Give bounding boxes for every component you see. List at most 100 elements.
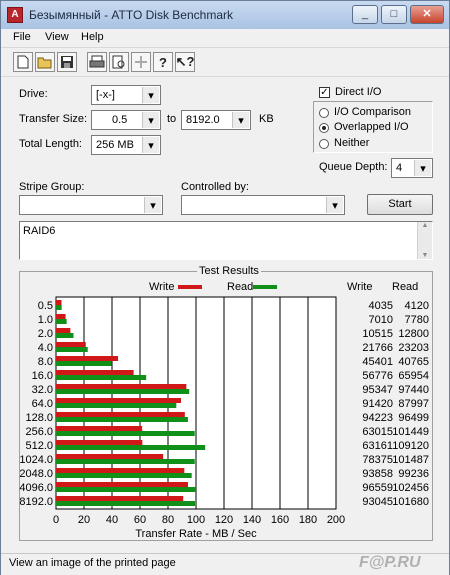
- read-value-label: 101680: [392, 496, 429, 508]
- print-preview-icon[interactable]: [109, 52, 129, 72]
- write-bar: [56, 342, 86, 347]
- x-tick-label: 200: [327, 514, 345, 526]
- overlapped-io-radio[interactable]: [319, 123, 329, 133]
- category-label: 64.0: [32, 398, 53, 410]
- stripe-group-label: Stripe Group:: [19, 181, 85, 193]
- read-value-label: 40765: [398, 356, 429, 368]
- read-value-label: 7780: [405, 314, 429, 326]
- neither-radio[interactable]: [319, 139, 329, 149]
- x-tick-label: 40: [106, 514, 118, 526]
- read-bar: [56, 445, 206, 450]
- write-bar: [56, 370, 134, 375]
- write-value-label: 10515: [362, 328, 393, 340]
- chevron-down-icon: ▾: [142, 87, 159, 103]
- write-bar: [56, 328, 71, 333]
- read-bar: [56, 487, 197, 492]
- drive-select[interactable]: [-x-] ▾: [91, 85, 161, 105]
- controlled-by-select[interactable]: ▾: [181, 195, 345, 215]
- read-value-label: 109120: [392, 440, 429, 452]
- total-length-select[interactable]: 256 MB ▾: [91, 135, 161, 155]
- write-value-label: 4035: [369, 300, 393, 312]
- category-label: 8192.0: [19, 496, 53, 508]
- title-bar[interactable]: A Безымянный - ATTO Disk Benchmark _ □ ✕: [1, 1, 449, 30]
- minimize-button[interactable]: _: [352, 5, 378, 24]
- neither-label: Neither: [334, 137, 370, 149]
- x-tick-label: 20: [78, 514, 90, 526]
- app-icon: A: [7, 7, 23, 23]
- write-value-label: 94223: [362, 412, 393, 424]
- stripe-group-select[interactable]: ▾: [19, 195, 163, 215]
- write-bar: [56, 440, 143, 445]
- maximize-button[interactable]: □: [381, 5, 407, 24]
- write-bar: [56, 426, 143, 431]
- queue-depth-label: Queue Depth:: [319, 161, 388, 173]
- read-bar: [56, 501, 196, 506]
- drive-label: Drive:: [19, 88, 48, 100]
- close-button[interactable]: ✕: [410, 5, 444, 24]
- help-icon[interactable]: ?: [153, 52, 173, 72]
- write-bar: [56, 482, 189, 487]
- read-column-header: Read: [392, 281, 419, 293]
- category-label: 128.0: [25, 412, 53, 424]
- category-label: 1024.0: [19, 454, 53, 466]
- description-scrollbar[interactable]: ▲ ▼: [417, 222, 432, 259]
- read-bar: [56, 473, 192, 478]
- category-label: 8.0: [38, 356, 53, 368]
- save-icon[interactable]: [57, 52, 77, 72]
- read-bar: [56, 459, 195, 464]
- menu-bar: File View Help: [1, 29, 449, 47]
- transfer-to-value: 8192.0: [186, 114, 220, 126]
- category-label: 2.0: [38, 328, 53, 340]
- x-tick-label: 160: [271, 514, 289, 526]
- print-icon[interactable]: [87, 52, 107, 72]
- write-legend-swatch: [178, 285, 202, 289]
- transfer-from-select[interactable]: 0.5 ▾: [91, 110, 161, 130]
- write-bar: [56, 412, 185, 417]
- category-label: 512.0: [25, 440, 53, 452]
- x-tick-label: 140: [243, 514, 261, 526]
- transfer-from-value: 0.5: [112, 114, 128, 126]
- kb-label: KB: [259, 113, 274, 125]
- context-help-icon[interactable]: ↖?: [175, 52, 195, 72]
- read-bar: [56, 389, 190, 394]
- write-value-label: 21766: [362, 342, 393, 354]
- category-label: 4.0: [38, 342, 53, 354]
- new-icon[interactable]: [13, 52, 33, 72]
- read-bar: [56, 333, 74, 338]
- write-column-header: Write: [347, 281, 373, 293]
- queue-depth-value: 4: [396, 162, 403, 174]
- io-comparison-radio[interactable]: [319, 108, 329, 118]
- category-label: 32.0: [32, 384, 53, 396]
- menu-help[interactable]: Help: [81, 31, 104, 43]
- chevron-down-icon: ▾: [144, 197, 161, 213]
- menu-file[interactable]: File: [13, 31, 31, 43]
- status-bar: View an image of the printed page F@P.RU: [1, 553, 449, 575]
- open-icon[interactable]: [35, 52, 55, 72]
- category-label: 16.0: [32, 370, 53, 382]
- toolbar: ? ↖?: [1, 47, 449, 77]
- move-icon[interactable]: [131, 52, 151, 72]
- write-value-label: 63161: [362, 440, 393, 452]
- queue-depth-select[interactable]: 4 ▾: [391, 158, 433, 178]
- read-value-label: 4120: [405, 300, 429, 312]
- description-box[interactable]: RAID6 ▲ ▼: [19, 221, 433, 260]
- start-button[interactable]: Start: [367, 194, 433, 215]
- drive-value: [-x-]: [96, 89, 115, 101]
- total-length-value: 256 MB: [96, 139, 134, 151]
- read-bar: [56, 417, 188, 422]
- read-value-label: 12800: [398, 328, 429, 340]
- write-value-label: 96559: [362, 482, 393, 494]
- watermark: F@P.RU: [359, 554, 421, 571]
- read-value-label: 65954: [398, 370, 429, 382]
- read-bar: [56, 347, 88, 352]
- menu-view[interactable]: View: [45, 31, 69, 43]
- chevron-down-icon: ▾: [232, 112, 249, 128]
- transfer-size-label: Transfer Size:: [19, 113, 88, 125]
- write-bar: [56, 468, 185, 473]
- transfer-to-select[interactable]: 8192.0 ▾: [181, 110, 251, 130]
- read-bar: [56, 305, 62, 310]
- read-bar: [56, 319, 67, 324]
- direct-io-checkbox[interactable]: ✓: [319, 87, 330, 98]
- read-bar: [56, 403, 177, 408]
- chevron-down-icon: ▾: [142, 112, 159, 128]
